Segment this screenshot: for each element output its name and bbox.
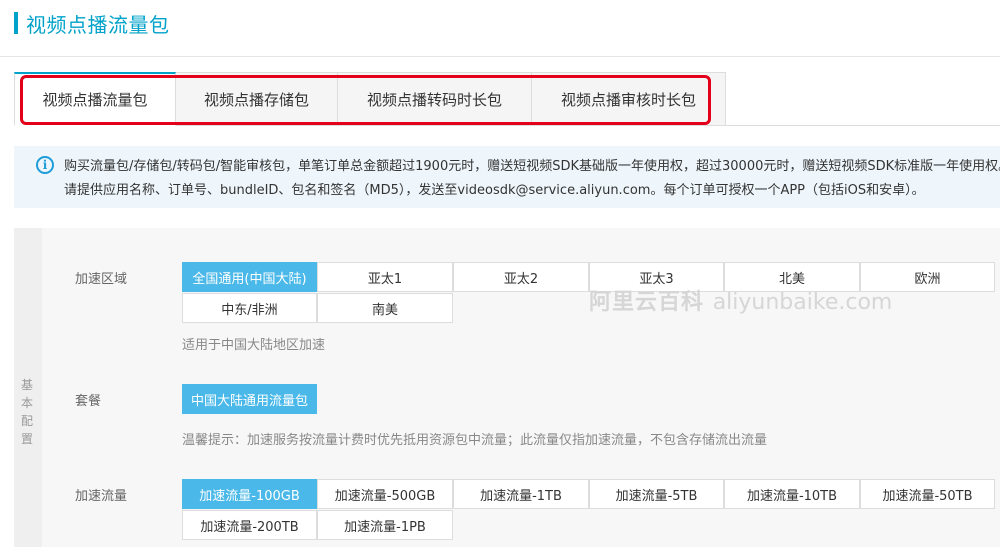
region-option-ap1[interactable]: 亚太1 (317, 262, 453, 292)
tab-traffic-package[interactable]: 视频点播流量包 (14, 72, 176, 126)
notice-banner: i 购买流量包/存储包/转码包/智能审核包，单笔订单总金额超过1900元时，赠送… (14, 146, 1000, 208)
traffic-option-500gb[interactable]: 加速流量-500GB (317, 479, 453, 509)
region-hint: 适用于中国大陆地区加速 (182, 338, 326, 353)
title-accent-bar (14, 12, 18, 34)
traffic-option-10tb[interactable]: 加速流量-10TB (724, 479, 860, 509)
page-title: 视频点播流量包 (26, 12, 170, 37)
traffic-option-1pb[interactable]: 加速流量-1PB (317, 510, 453, 540)
traffic-option-200tb[interactable]: 加速流量-200TB (182, 510, 317, 540)
package-option-cn-traffic[interactable]: 中国大陆通用流量包 (182, 384, 317, 414)
page-header: 视频点播流量包 (14, 10, 170, 37)
package-label: 套餐 (75, 394, 102, 409)
traffic-option-5tb[interactable]: 加速流量-5TB (589, 479, 724, 509)
region-label: 加速区域 (75, 272, 128, 287)
notice-line-1: 购买流量包/存储包/转码包/智能审核包，单笔订单总金额超过1900元时，赠送短视… (64, 159, 1000, 174)
config-side: 基本配置 (14, 228, 42, 547)
traffic-label: 加速流量 (75, 489, 128, 504)
traffic-option-100gb[interactable]: 加速流量-100GB (182, 479, 317, 509)
region-option-sa[interactable]: 南美 (317, 293, 453, 323)
divider (0, 56, 1000, 57)
region-option-me-af[interactable]: 中东/非洲 (182, 293, 317, 323)
notice-line-2: 请提供应用名称、订单号、bundleID、包名和签名（MD5），发送至video… (64, 183, 925, 198)
package-hint: 温馨提示：加速服务按流量计费时优先抵用资源包中流量；此流量仅指加速流量，不包含存… (182, 433, 768, 448)
watermark-en: aliyunbaike.com (712, 290, 893, 315)
info-icon: i (36, 156, 54, 174)
watermark: 阿里云百科 aliyunbaike.com (589, 284, 892, 316)
region-option-ap2[interactable]: 亚太2 (453, 262, 589, 292)
tab-transcode-package[interactable]: 视频点播转码时长包 (338, 72, 532, 126)
traffic-option-1tb[interactable]: 加速流量-1TB (453, 479, 589, 509)
tab-storage-package[interactable]: 视频点播存储包 (176, 72, 338, 126)
tab-review-package[interactable]: 视频点播审核时长包 (532, 72, 726, 126)
config-panel: 基本配置 加速区域 全国通用(中国大陆) 亚太1 亚太2 亚太3 北美 欧洲 中… (14, 228, 1000, 547)
tab-bar: 视频点播流量包 视频点播存储包 视频点播转码时长包 视频点播审核时长包 (14, 72, 1000, 126)
config-side-label: 基本配置 (21, 378, 34, 446)
traffic-option-50tb[interactable]: 加速流量-50TB (860, 479, 995, 509)
watermark-cn: 阿里云百科 (589, 290, 705, 315)
region-option-cn[interactable]: 全国通用(中国大陆) (182, 262, 317, 292)
